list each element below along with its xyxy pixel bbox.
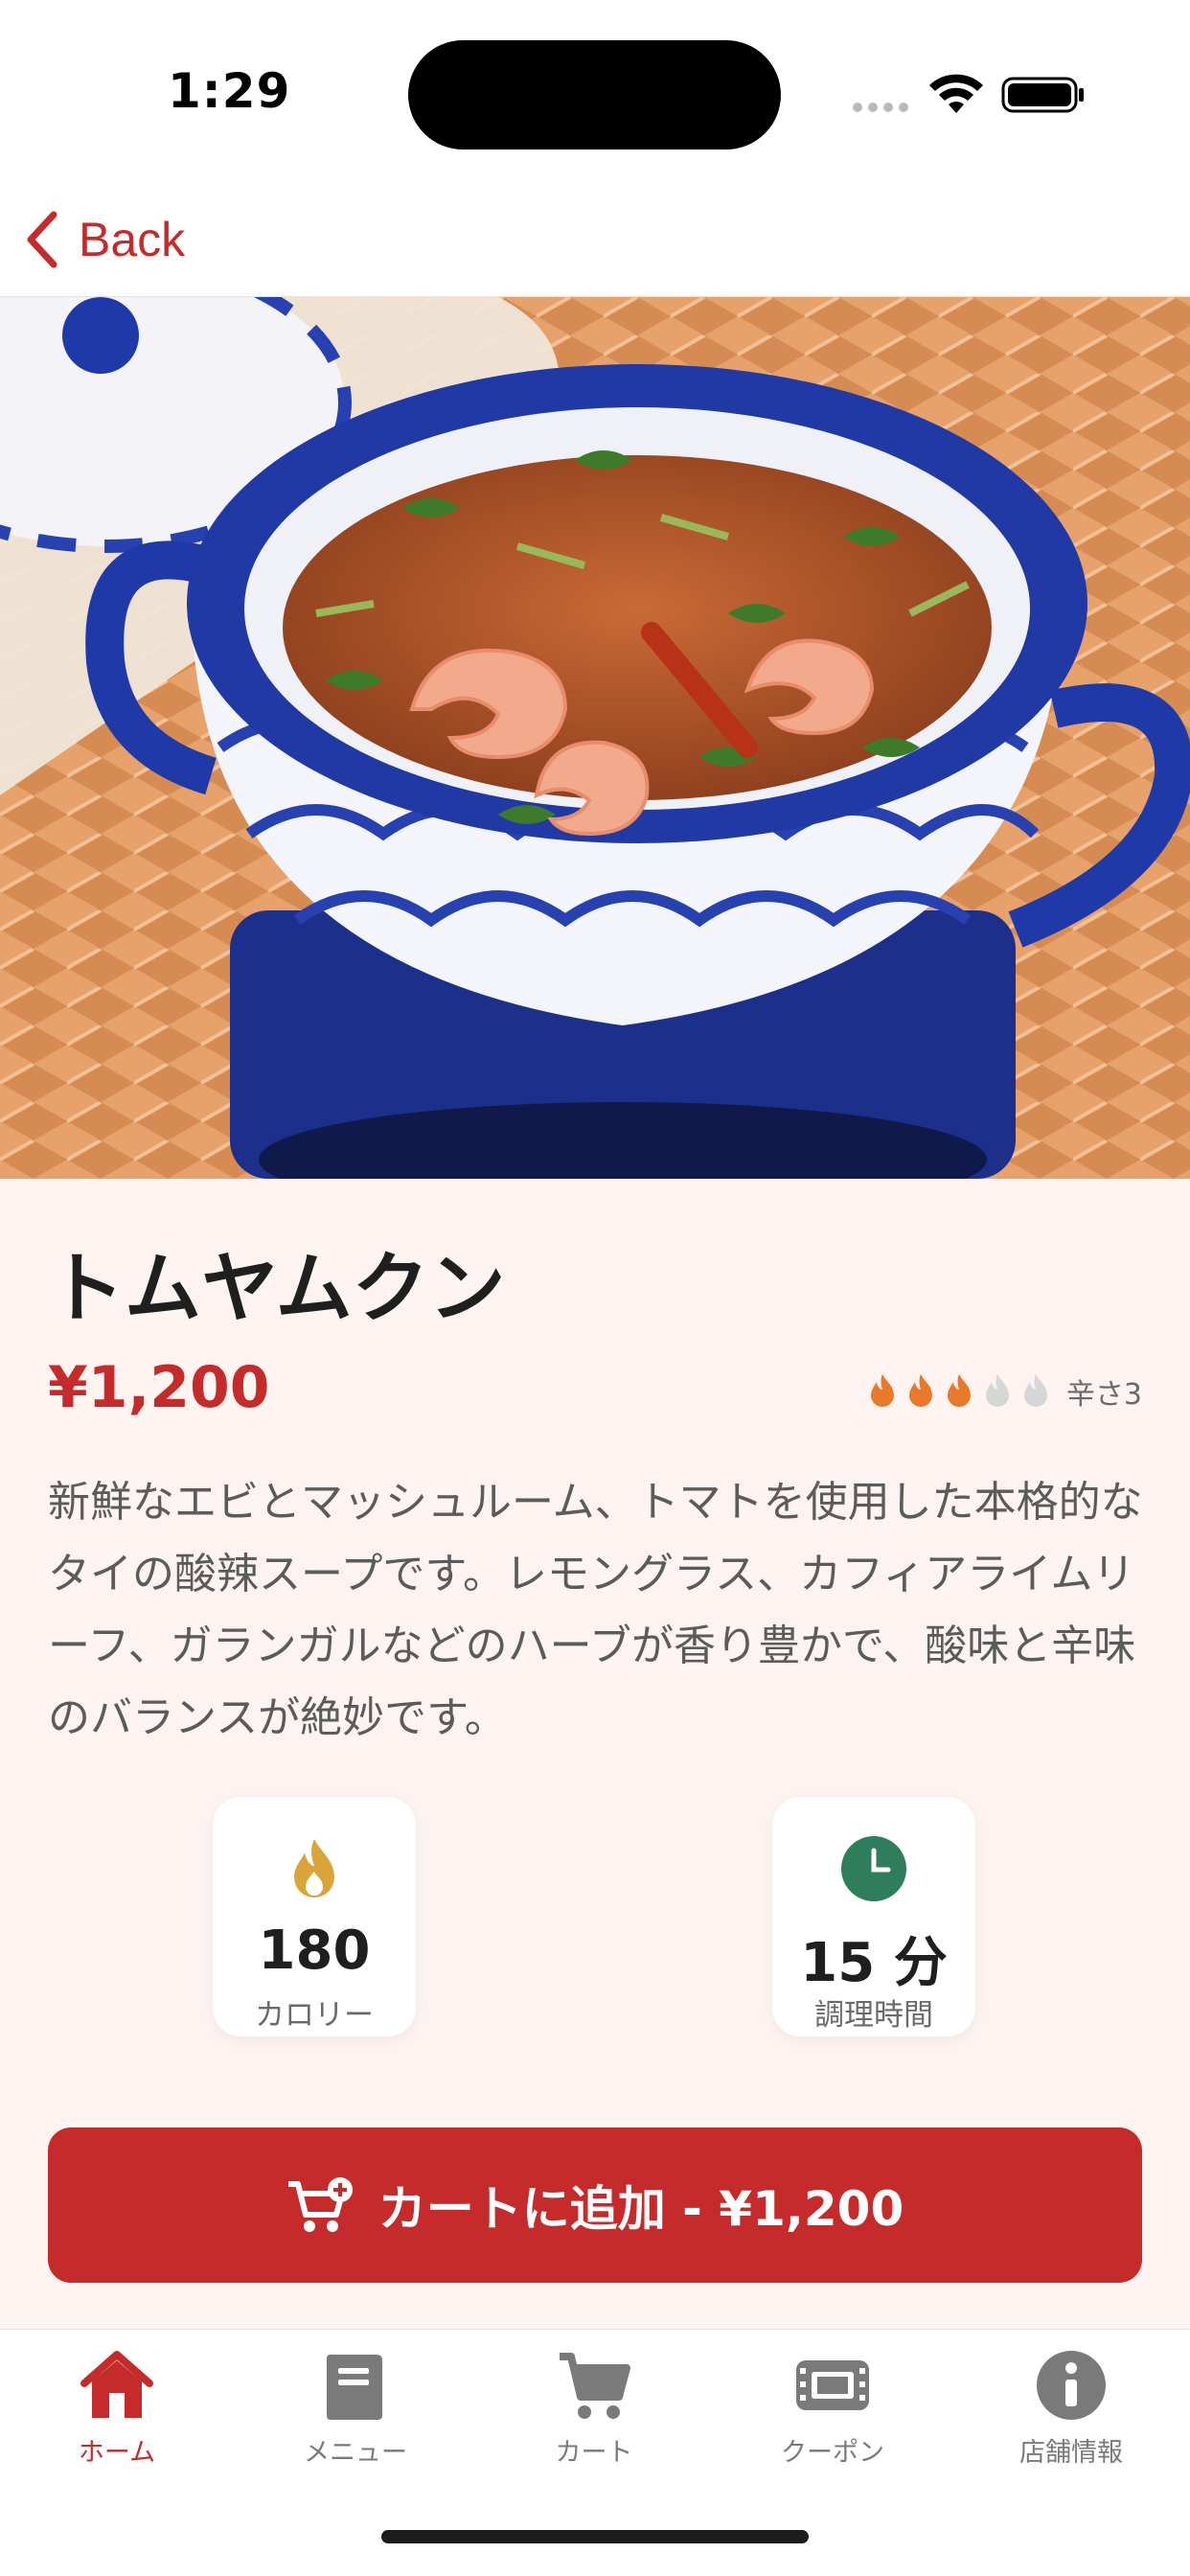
add-to-cart-button[interactable]: カートに追加 - ¥1,200	[48, 2128, 1142, 2283]
tab-label: カート	[555, 2438, 633, 2468]
dish-title: トムヤムクン	[48, 1244, 506, 1333]
cook-time-card: 15 分 調理時間	[772, 1797, 975, 2036]
add-to-cart-label: カートに追加 - ¥1,200	[378, 2181, 904, 2237]
status-time: 1:29	[168, 63, 291, 119]
info-icon	[1037, 2351, 1106, 2420]
home-icon	[80, 2351, 153, 2418]
flame-icon	[294, 1839, 334, 1898]
menu-book-icon	[327, 2355, 382, 2420]
tab-label: メニュー	[304, 2438, 407, 2468]
tab-label: ホーム	[78, 2438, 156, 2468]
cook-time-value: 15 分	[800, 1932, 948, 1994]
spice-level-label: 辛さ3	[1065, 1378, 1142, 1412]
calories-card: 180 カロリー	[213, 1797, 416, 2036]
flame-icon	[1023, 1374, 1047, 1407]
tab-label: 店舗情報	[1019, 2438, 1123, 2468]
battery-icon	[1001, 77, 1084, 113]
calories-value: 180	[258, 1920, 371, 1982]
flame-icon	[870, 1374, 894, 1407]
navigation-bar: Back	[0, 182, 1190, 297]
coupon-ticket-icon	[796, 2360, 869, 2410]
wifi-icon	[929, 74, 983, 113]
dish-photo	[0, 297, 1190, 1179]
clock-icon	[841, 1836, 906, 1901]
tab-menu[interactable]: メニュー	[260, 2349, 451, 2493]
flame-icon	[985, 1374, 1009, 1407]
back-button[interactable]: Back	[23, 201, 185, 278]
cook-time-label: 調理時間	[814, 1998, 933, 2033]
tab-cart[interactable]: カート	[498, 2349, 690, 2493]
cart-icon	[560, 2353, 630, 2419]
chevron-left-icon	[27, 211, 57, 268]
dynamic-island	[408, 40, 781, 150]
dish-description: 新鮮なエビとマッシュルーム、トマトを使用した本格的なタイの酸辣スープです。レモン…	[48, 1478, 1143, 1742]
dish-detail-panel: トムヤムクン ¥1,200 辛さ3 新鮮なエビとマッシュルーム、トマトを使用した…	[0, 1179, 1190, 2329]
flame-icon	[947, 1374, 971, 1407]
cart-plus-icon	[287, 2177, 353, 2232]
tab-store-info[interactable]: 店舗情報	[975, 2349, 1167, 2493]
tab-label: クーポン	[781, 2438, 884, 2468]
status-bar: 1:29	[0, 0, 1190, 182]
tab-coupon[interactable]: クーポン	[737, 2349, 928, 2493]
spice-rating: 辛さ3	[865, 1370, 1142, 1413]
calories-label: カロリー	[255, 1998, 374, 2033]
home-indicator	[381, 2530, 809, 2543]
back-label: Back	[79, 213, 186, 266]
cellular-signal-icon	[853, 101, 910, 114]
flame-icon	[908, 1374, 932, 1407]
tab-home[interactable]: ホーム	[21, 2349, 213, 2493]
dish-price: ¥1,200	[48, 1354, 270, 1421]
